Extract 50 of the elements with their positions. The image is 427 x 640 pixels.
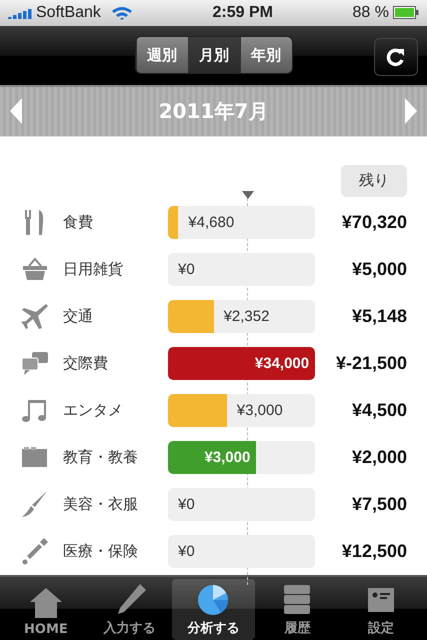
category-label: 医療・保険 bbox=[62, 542, 139, 561]
spent-amount: ¥4,680 bbox=[188, 214, 234, 231]
dropper-icon bbox=[20, 536, 50, 566]
remaining-amount: ¥7,500 bbox=[350, 494, 407, 515]
airplane-icon bbox=[20, 301, 50, 332]
spent-amount: ¥0 bbox=[178, 260, 195, 278]
remaining-button[interactable]: 残り bbox=[341, 164, 407, 197]
signal-icon bbox=[8, 6, 32, 19]
next-month-button[interactable] bbox=[403, 96, 419, 126]
period-segment[interactable]: 週別 bbox=[136, 37, 188, 74]
remaining-amount: ¥-21,500 bbox=[334, 352, 407, 374]
period-segment[interactable]: 年別 bbox=[240, 37, 292, 74]
wifi-icon bbox=[110, 6, 133, 20]
tab-bar-item[interactable]: 分析する bbox=[172, 578, 256, 640]
spent-amount: ¥34,000 bbox=[254, 354, 310, 372]
tab-bar-item[interactable]: 履歴 bbox=[255, 578, 340, 640]
remaining-amount: ¥2,000 bbox=[350, 446, 407, 468]
tab-bar-item[interactable]: 設定 bbox=[339, 578, 423, 640]
category-label: エンタメ bbox=[62, 400, 124, 420]
clock-time: 2:59 PM bbox=[212, 4, 273, 22]
month-title: 2011年7月 bbox=[158, 98, 268, 125]
right-arrow-icon bbox=[403, 96, 419, 126]
remaining-amount: ¥5,148 bbox=[350, 306, 407, 327]
spent-amount: ¥2,352 bbox=[224, 308, 270, 325]
carrier-name: SoftBank bbox=[36, 4, 101, 22]
category-label: 教育・教養 bbox=[62, 448, 139, 467]
remaining-amount: ¥4,500 bbox=[350, 400, 407, 421]
remaining-amount: ¥12,500 bbox=[340, 540, 407, 562]
previous-month-button[interactable] bbox=[8, 96, 24, 126]
category-label: 美容・衣服 bbox=[62, 494, 139, 514]
spent-amount: ¥3,000 bbox=[236, 402, 283, 419]
spent-amount: ¥0 bbox=[178, 496, 195, 513]
tab-bar-item[interactable]: 入力する bbox=[88, 578, 172, 640]
remaining-amount: ¥5,000 bbox=[350, 258, 407, 280]
category-label: 日用雑貨 bbox=[62, 260, 124, 279]
left-arrow-icon bbox=[8, 96, 24, 126]
spent-amount: ¥3,000 bbox=[204, 448, 250, 466]
period-segment[interactable]: 月別 bbox=[188, 37, 240, 74]
refresh-button[interactable] bbox=[374, 38, 418, 76]
remaining-amount: ¥70,320 bbox=[340, 212, 407, 233]
today-marker-icon bbox=[242, 190, 254, 199]
category-label: 交際費 bbox=[62, 354, 109, 373]
battery-percent: 88 % bbox=[352, 4, 389, 22]
category-label: 交通 bbox=[62, 306, 94, 326]
tab-bar-item[interactable]: HOME bbox=[4, 578, 88, 640]
refresh-icon bbox=[386, 46, 406, 67]
paintbrush-icon bbox=[20, 489, 50, 520]
spent-amount: ¥0 bbox=[178, 542, 195, 560]
battery-icon bbox=[393, 6, 419, 20]
category-label: 食費 bbox=[62, 212, 94, 232]
